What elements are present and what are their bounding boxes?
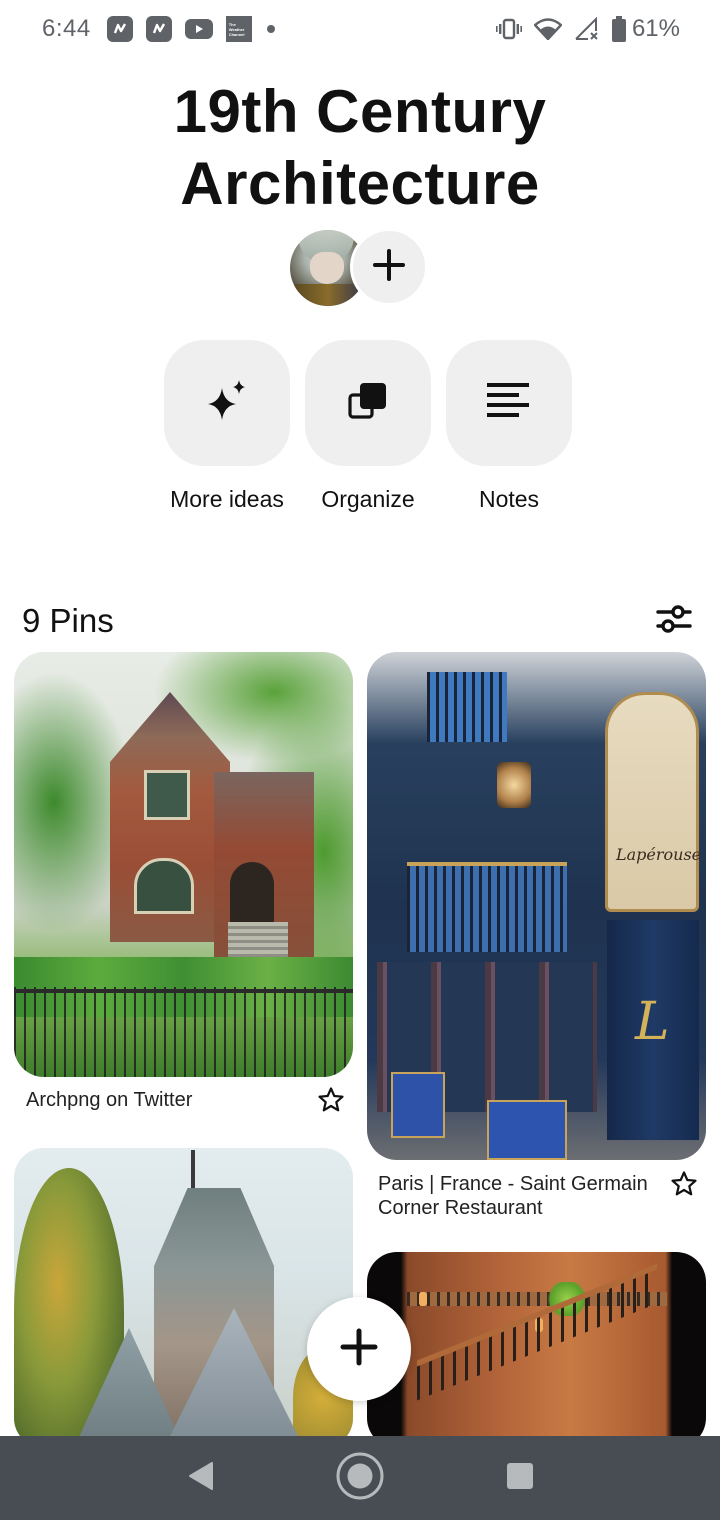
star-outline-icon xyxy=(670,1170,698,1203)
notes-tile[interactable] xyxy=(446,340,572,466)
more-notifications-dot xyxy=(266,25,275,33)
board-actions: More ideas Organize Notes xyxy=(164,340,572,513)
restaurant-sign: Lapérouse xyxy=(605,692,702,912)
gold-monogram: L xyxy=(635,992,670,1052)
organize-label: Organize xyxy=(321,486,415,512)
recents-button[interactable] xyxy=(490,1448,550,1508)
no-signal-icon xyxy=(574,17,600,41)
collaborators xyxy=(290,228,430,308)
street-lamp xyxy=(497,762,531,808)
recents-square-icon xyxy=(506,1462,534,1495)
more-ideas-tile[interactable] xyxy=(164,340,290,466)
screen: 6:44 The Weather Channel 61% 19th Centur… xyxy=(0,0,720,1520)
tower-spire xyxy=(191,1150,195,1190)
organize-button[interactable]: Organize xyxy=(305,340,431,513)
pin-image-victorian-house[interactable] xyxy=(14,652,353,1077)
weather-icon-text: The Weather Channel xyxy=(228,21,245,37)
avatar-collar xyxy=(294,284,362,306)
weather-channel-icon: The Weather Channel xyxy=(225,16,252,42)
news-app-icon xyxy=(106,16,133,42)
battery-percent: 61% xyxy=(631,15,680,42)
plus-icon xyxy=(340,1328,378,1371)
home-circle-icon xyxy=(335,1451,385,1506)
filter-sliders-icon xyxy=(656,603,692,640)
favorite-button[interactable] xyxy=(669,1170,699,1203)
iron-balcony xyxy=(407,862,567,952)
iron-fence xyxy=(14,987,353,1077)
planter-box xyxy=(487,1100,567,1160)
fence-rail xyxy=(14,989,353,993)
status-time: 6:44 xyxy=(42,15,91,42)
pin-title[interactable]: Archpng on Twitter xyxy=(26,1088,296,1112)
upper-balcony xyxy=(427,672,507,742)
planter-box xyxy=(391,1072,445,1138)
sign-text: Lapérouse xyxy=(616,845,702,864)
back-button[interactable] xyxy=(170,1448,230,1508)
staircase-railing xyxy=(417,1263,657,1401)
organize-tile[interactable] xyxy=(305,340,431,466)
back-triangle-icon xyxy=(186,1461,214,1496)
board-title: 19th Century Architecture xyxy=(173,78,547,217)
house-window-arched xyxy=(134,858,194,914)
add-pin-button[interactable] xyxy=(307,1297,411,1401)
pin-image-iron-staircase[interactable] xyxy=(367,1252,706,1448)
status-left: 6:44 The Weather Channel xyxy=(42,15,275,43)
sparkle-icon xyxy=(204,378,250,429)
more-ideas-label: More ideas xyxy=(170,486,284,512)
pin-image-paris-restaurant[interactable]: Lapérouse L xyxy=(367,652,706,1160)
notes-button[interactable]: Notes xyxy=(446,340,572,513)
avatar-face xyxy=(310,252,344,284)
notes-label: Notes xyxy=(478,486,540,512)
battery-icon xyxy=(611,16,626,42)
wall-sconce xyxy=(419,1292,427,1306)
house-door xyxy=(230,862,274,922)
status-bar: 6:44 The Weather Channel 61% xyxy=(0,0,720,58)
wifi-icon xyxy=(533,18,562,40)
star-outline-icon xyxy=(317,1086,345,1119)
status-right: 61% xyxy=(484,15,680,43)
pin-image-gothic-mansion[interactable] xyxy=(14,1148,353,1448)
pins-count: 9 Pins xyxy=(22,602,114,639)
more-ideas-button[interactable]: More ideas xyxy=(164,340,290,513)
youtube-icon xyxy=(184,19,213,39)
home-button[interactable] xyxy=(330,1448,390,1508)
vibrate-icon xyxy=(495,18,522,40)
system-nav-bar xyxy=(0,1436,720,1520)
filter-button[interactable] xyxy=(654,603,694,639)
plus-icon xyxy=(373,248,405,286)
pin-title[interactable]: Paris | France - Saint Germain Corner Re… xyxy=(378,1172,658,1220)
organize-icon xyxy=(348,381,388,426)
add-collaborator-button[interactable] xyxy=(350,228,428,306)
house-window xyxy=(144,770,190,820)
favorite-button[interactable] xyxy=(316,1086,346,1119)
notes-icon xyxy=(487,381,531,426)
news-app-icon xyxy=(145,16,172,42)
